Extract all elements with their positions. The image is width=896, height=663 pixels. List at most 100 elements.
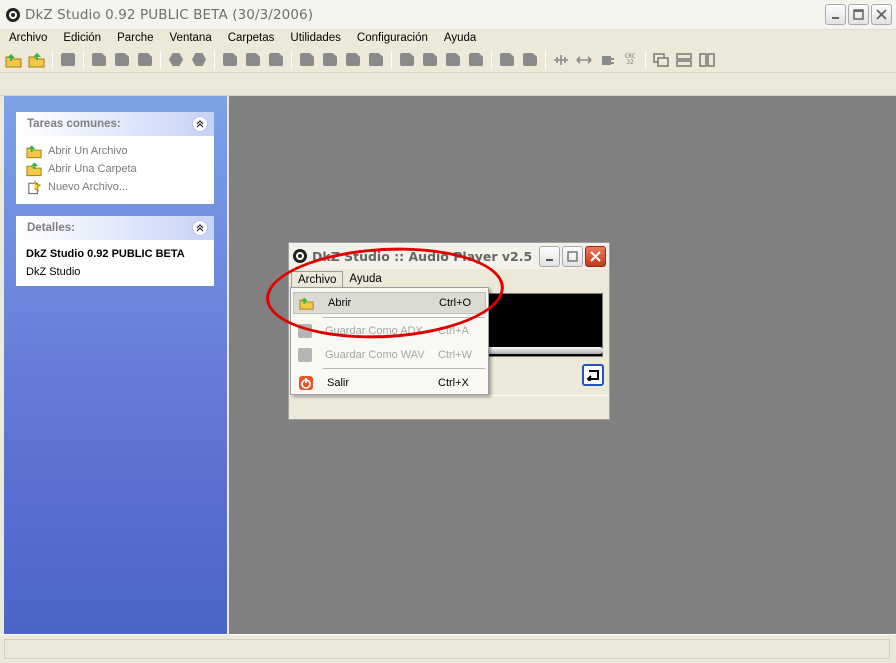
toolbar-button[interactable] [597, 50, 617, 70]
toolbar-button[interactable] [297, 50, 317, 70]
toolbar-button[interactable] [112, 50, 132, 70]
menu-item-label: Salir [327, 377, 350, 389]
document-icon [400, 53, 414, 66]
minimize-button[interactable] [825, 4, 846, 25]
child-close-button[interactable] [585, 246, 606, 267]
toolbar-button[interactable] [397, 50, 417, 70]
details-app-subtitle: DkZ Studio [26, 266, 81, 278]
collapse-chevron-icon[interactable] [192, 220, 208, 236]
toolbar-button[interactable] [135, 50, 155, 70]
menu-archivo[interactable]: Archivo [9, 32, 47, 44]
open-folder-icon [28, 52, 45, 67]
power-icon [299, 376, 313, 390]
toolbar-open-folder-button[interactable] [27, 50, 47, 70]
toolbar-separator [291, 50, 292, 69]
document-icon [92, 53, 106, 66]
toolbar-button[interactable] [220, 50, 240, 70]
menu-carpetas[interactable]: Carpetas [228, 32, 275, 44]
document-icon [300, 53, 314, 66]
menu-utilidades[interactable]: Utilidades [290, 32, 341, 44]
toolbar-button[interactable] [343, 50, 363, 70]
child-maximize-button[interactable] [562, 246, 583, 267]
toolbar-button[interactable] [443, 50, 463, 70]
menu-edicion[interactable]: Edición [63, 32, 101, 44]
toolbar-separator [83, 50, 84, 69]
toolbar-button[interactable] [89, 50, 109, 70]
document-icon [346, 53, 360, 66]
tareas-comunes-body: Abrir Un Archivo Abrir Una Carpeta Nuevo… [16, 136, 214, 204]
menu-item-salir[interactable]: Salir Ctrl+X [293, 372, 486, 394]
toolbar-button[interactable] [243, 50, 263, 70]
toolbar-button[interactable] [266, 50, 286, 70]
menu-ventana[interactable]: Ventana [170, 32, 212, 44]
document-icon [323, 53, 337, 66]
crc32-button[interactable]: CRC 32 [620, 50, 640, 70]
menu-ayuda[interactable]: Ayuda [444, 32, 476, 44]
tareas-comunes-title: Tareas comunes: [27, 118, 121, 130]
menu-parche[interactable]: Parche [117, 32, 153, 44]
toolbar-button[interactable] [320, 50, 340, 70]
new-file-icon [28, 180, 42, 195]
toolbar-separator [645, 50, 646, 69]
menu-configuracion[interactable]: Configuración [357, 32, 428, 44]
return-arrow-icon [586, 370, 599, 381]
toolbar-button[interactable] [166, 50, 186, 70]
toolbar-open-file-button[interactable] [4, 50, 24, 70]
toolbar-button[interactable] [420, 50, 440, 70]
arrows-icon [576, 55, 592, 64]
close-button[interactable] [871, 4, 892, 25]
maximize-button[interactable] [848, 4, 869, 25]
seek-slider[interactable] [487, 347, 603, 354]
split-icon [554, 54, 568, 65]
toolbar-button[interactable] [366, 50, 386, 70]
toolbar-button[interactable] [574, 50, 594, 70]
document-icon [500, 53, 514, 66]
task-pane: Tareas comunes: Abrir Un Archivo Abrir U… [4, 96, 227, 634]
task-label: Nuevo Archivo... [48, 181, 129, 193]
hexagon-icon [192, 53, 206, 66]
document-icon [138, 53, 152, 66]
document-icon [523, 53, 537, 66]
menu-item-shortcut: Ctrl+X [438, 377, 469, 389]
detalles-header[interactable]: Detalles: [16, 216, 214, 240]
document-icon [369, 53, 383, 66]
task-abrir-carpeta[interactable]: Abrir Una Carpeta [26, 160, 204, 178]
minimize-icon [831, 16, 839, 19]
detalles-title: Detalles: [27, 222, 75, 234]
toolbar-tile-horizontal-button[interactable] [674, 50, 694, 70]
open-folder-icon [5, 53, 22, 67]
toolbar-button[interactable] [189, 50, 209, 70]
toolbar-button[interactable] [58, 50, 78, 70]
toolbar-button[interactable] [466, 50, 486, 70]
document-icon [423, 53, 437, 66]
toolbar-button[interactable] [551, 50, 571, 70]
document-icon [223, 53, 237, 66]
toolbar-button[interactable] [497, 50, 517, 70]
menu-separator [323, 368, 485, 369]
toolbar-cascade-button[interactable] [651, 50, 671, 70]
toolbar-separator [52, 50, 53, 69]
eject-button[interactable] [582, 364, 604, 386]
toolbar-tile-vertical-button[interactable] [697, 50, 717, 70]
close-icon [590, 251, 601, 262]
app-icon [6, 7, 20, 22]
tareas-comunes-header[interactable]: Tareas comunes: [16, 112, 214, 136]
child-minimize-button[interactable] [539, 246, 560, 267]
audio-player-status-bar [289, 395, 609, 419]
collapse-chevron-icon[interactable] [192, 116, 208, 132]
menu-item-guardar-wav[interactable]: Guardar Como WAV Ctrl+W [293, 344, 486, 366]
status-bar-panel [4, 639, 890, 659]
open-folder-icon [26, 162, 42, 177]
tareas-comunes-panel: Tareas comunes: Abrir Un Archivo Abrir U… [16, 112, 214, 204]
document-icon [269, 53, 283, 66]
toolbar-separator [545, 50, 546, 69]
tile-vertical-icon [699, 52, 715, 67]
square-icon [61, 53, 75, 66]
task-abrir-archivo[interactable]: Abrir Un Archivo [26, 142, 204, 160]
title-bar: DkZ Studio 0.92 PUBLIC BETA (30/3/2006) [0, 0, 896, 30]
toolbar-button[interactable] [520, 50, 540, 70]
toolbar-separator [214, 50, 215, 69]
window-title: DkZ Studio 0.92 PUBLIC BETA (30/3/2006) [25, 6, 314, 23]
task-nuevo-archivo[interactable]: Nuevo Archivo... [26, 178, 204, 196]
plug-icon [602, 55, 614, 65]
